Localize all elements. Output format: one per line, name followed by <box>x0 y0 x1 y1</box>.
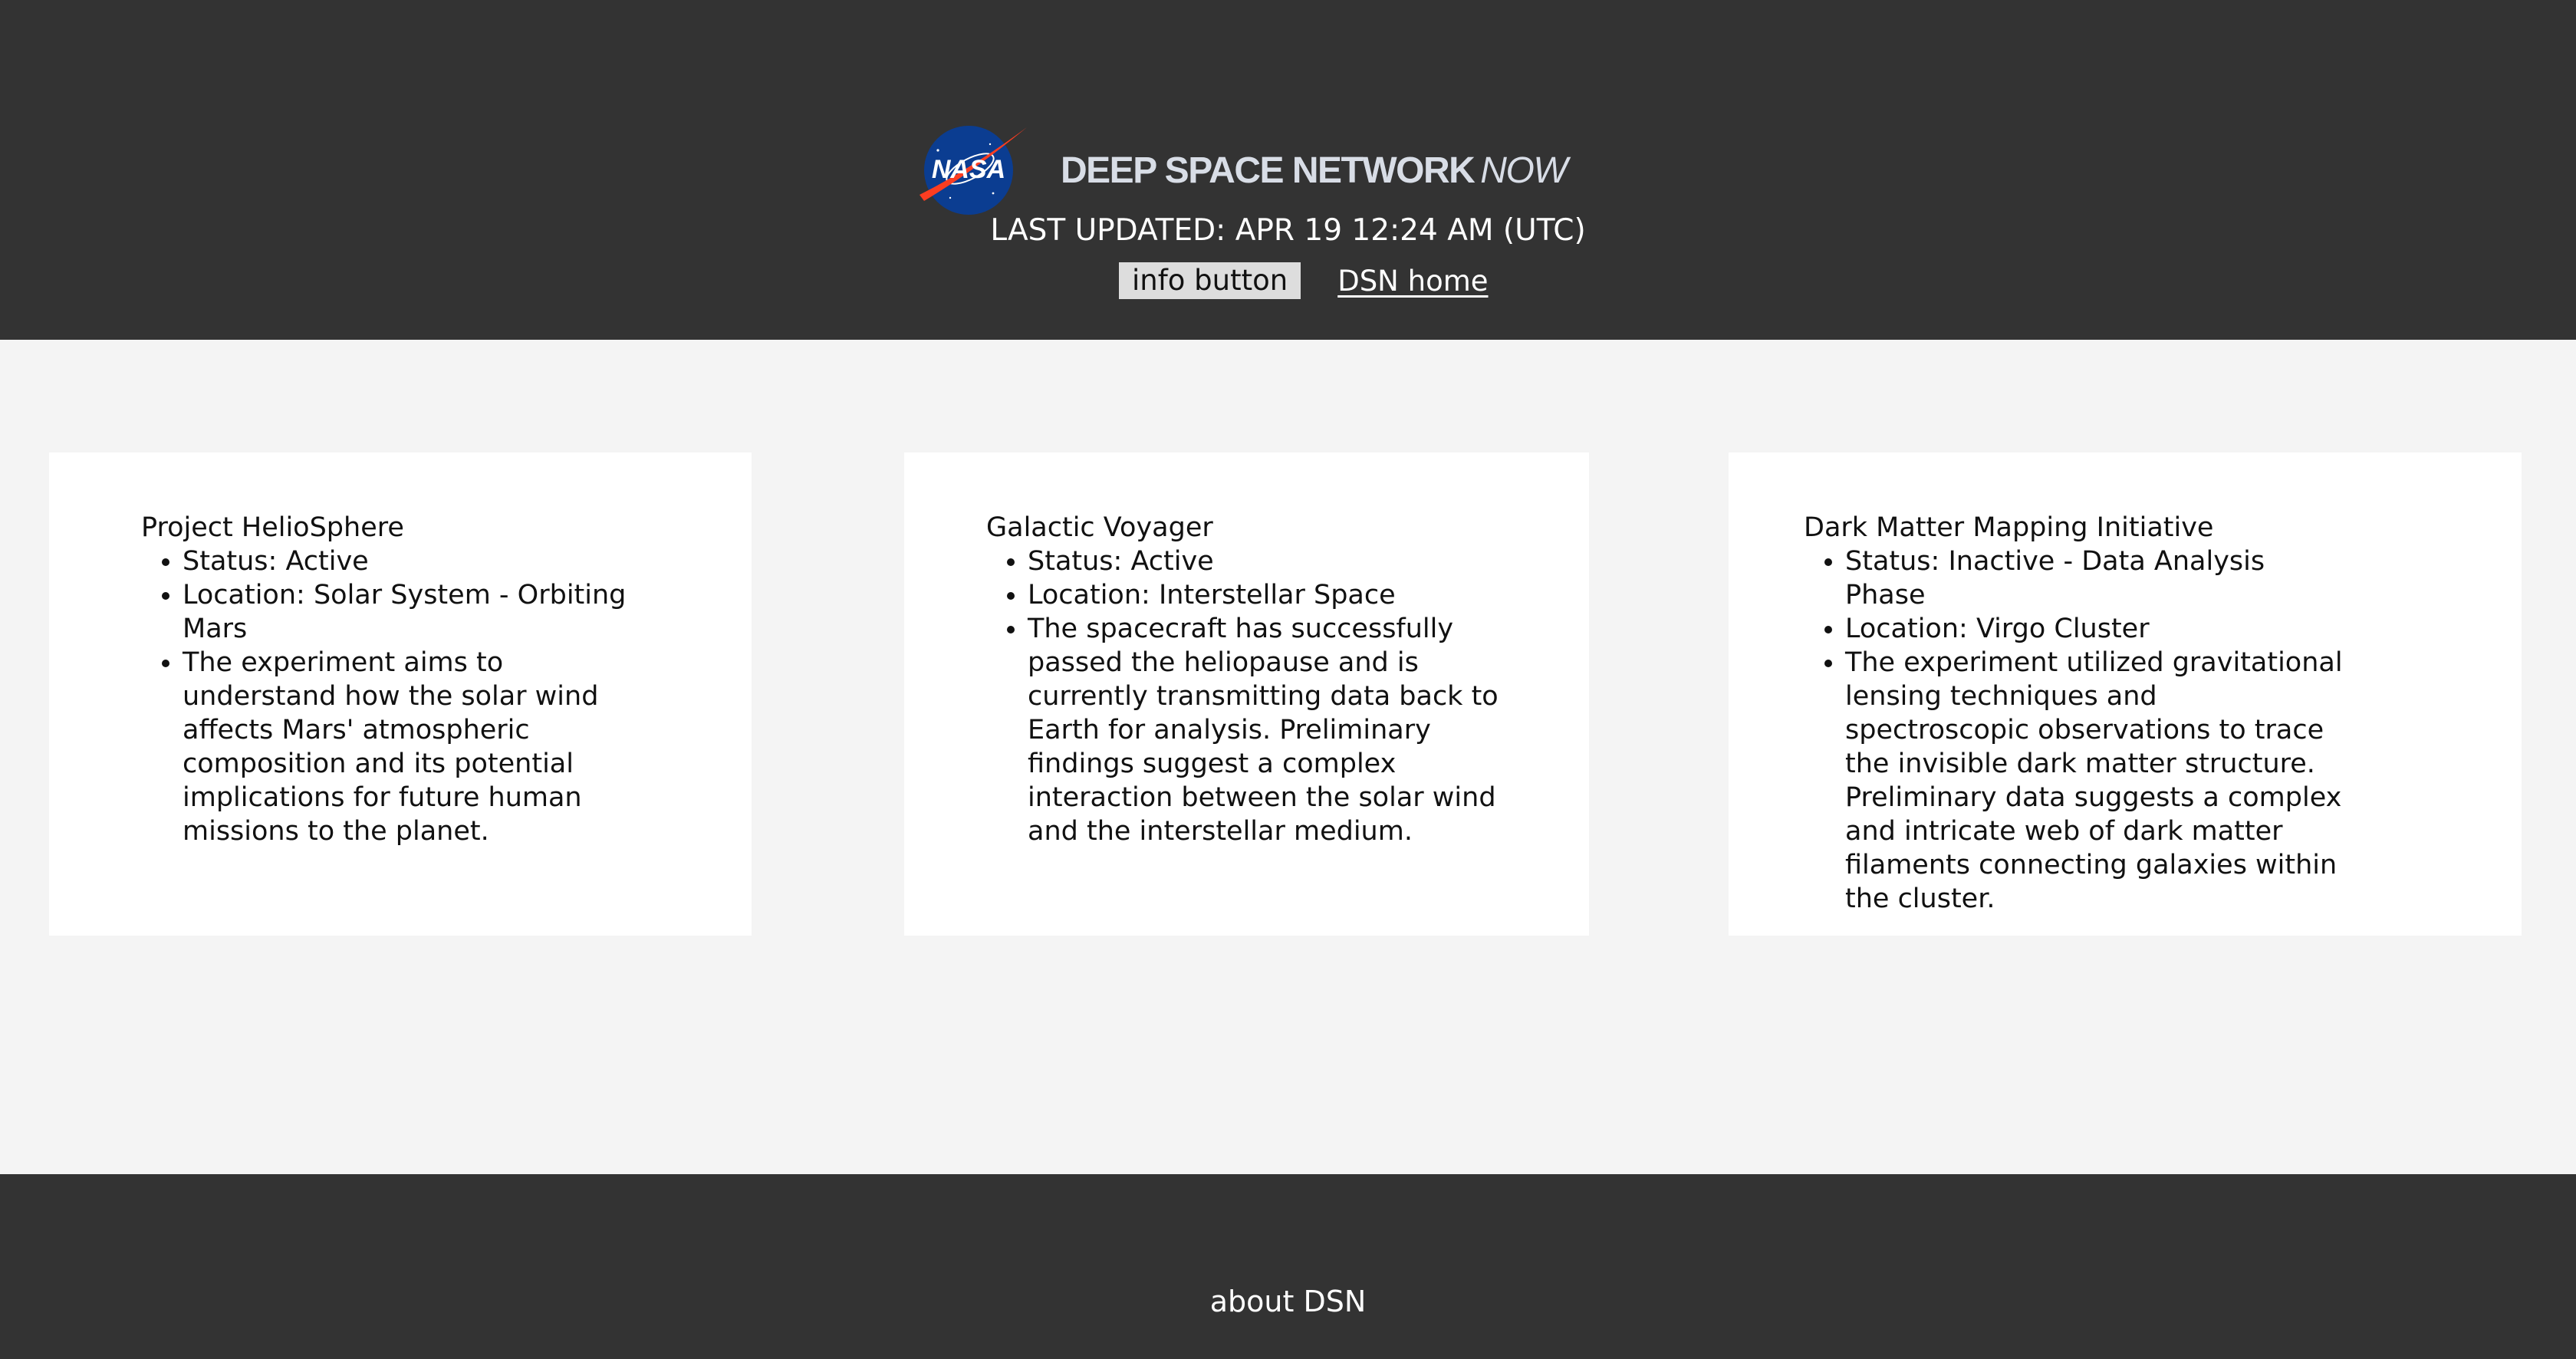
card-description: The experiment utilized gravitational le… <box>1845 646 2348 916</box>
card-title: Galactic Voyager <box>986 512 1213 543</box>
project-card: Galactic Voyager Status: Active Location… <box>904 452 1589 936</box>
card-details-list: Status: Active Location: Interstellar Sp… <box>986 545 1508 848</box>
dsn-home-link[interactable]: DSN home <box>1337 265 1488 298</box>
card-location: Location: Solar System - Orbiting Mars <box>183 578 663 646</box>
card-body: Galactic Voyager Status: Active Location… <box>986 511 1508 848</box>
project-card: Dark Matter Mapping Initiative Status: I… <box>1729 452 2522 936</box>
project-card: Project HelioSphere Status: Active Locat… <box>49 452 752 936</box>
card-description: The experiment aims to understand how th… <box>183 646 663 848</box>
site-footer: about DSN <box>0 1174 2576 1359</box>
card-title: Dark Matter Mapping Initiative <box>1804 512 2214 543</box>
card-details-list: Status: Active Location: Solar System - … <box>141 545 663 848</box>
card-details-list: Status: Inactive - Data Analysis Phase L… <box>1804 545 2348 916</box>
info-button[interactable]: info button <box>1119 262 1301 299</box>
nasa-logo-text: NASA <box>932 155 1005 184</box>
card-body: Project HelioSphere Status: Active Locat… <box>141 511 663 848</box>
nasa-logo-icon[interactable]: NASA <box>916 124 1028 216</box>
card-body: Dark Matter Mapping Initiative Status: I… <box>1804 511 2348 916</box>
card-status: Status: Active <box>1028 545 1508 578</box>
card-title: Project HelioSphere <box>141 512 404 543</box>
card-status: Status: Active <box>183 545 663 578</box>
card-location: Location: Virgo Cluster <box>1845 612 2348 646</box>
title-main: DEEP SPACE NETWORK <box>1061 150 1476 191</box>
about-dsn-link[interactable]: about DSN <box>0 1285 2576 1318</box>
card-status: Status: Inactive - Data Analysis Phase <box>1845 545 2348 612</box>
header-actions: info button DSN home <box>1119 262 1489 299</box>
title-suffix: NOW <box>1480 150 1568 191</box>
site-header: NASA DEEP SPACE NETWORK NOW LAST UPDATED:… <box>0 0 2576 340</box>
card-description: The spacecraft has successfully passed t… <box>1028 612 1508 848</box>
last-updated-text: LAST UPDATED: APR 19 12:24 AM (UTC) <box>990 213 1586 248</box>
card-location: Location: Interstellar Space <box>1028 578 1508 612</box>
brand: NASA DEEP SPACE NETWORK NOW <box>916 124 1568 216</box>
page-title: DEEP SPACE NETWORK NOW <box>1061 150 1568 192</box>
